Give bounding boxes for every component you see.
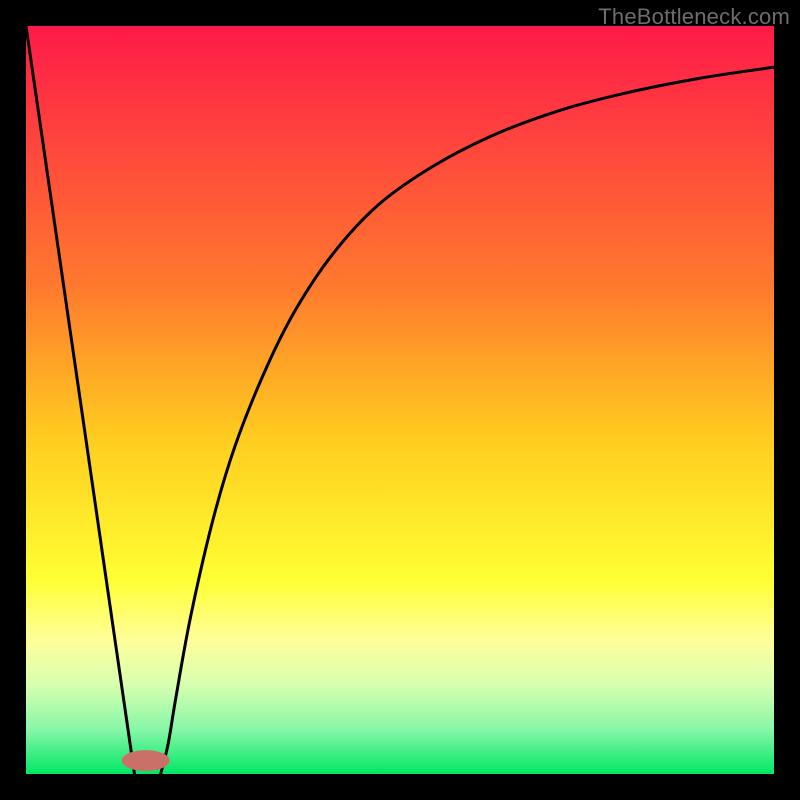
- chart-svg: [26, 26, 774, 774]
- minimum-marker: [122, 750, 170, 771]
- chart-frame: TheBottleneck.com: [0, 0, 800, 800]
- watermark-text: TheBottleneck.com: [598, 4, 790, 30]
- gradient-background: [26, 26, 774, 774]
- marker-group: [122, 750, 170, 771]
- plot-area: [26, 26, 774, 774]
